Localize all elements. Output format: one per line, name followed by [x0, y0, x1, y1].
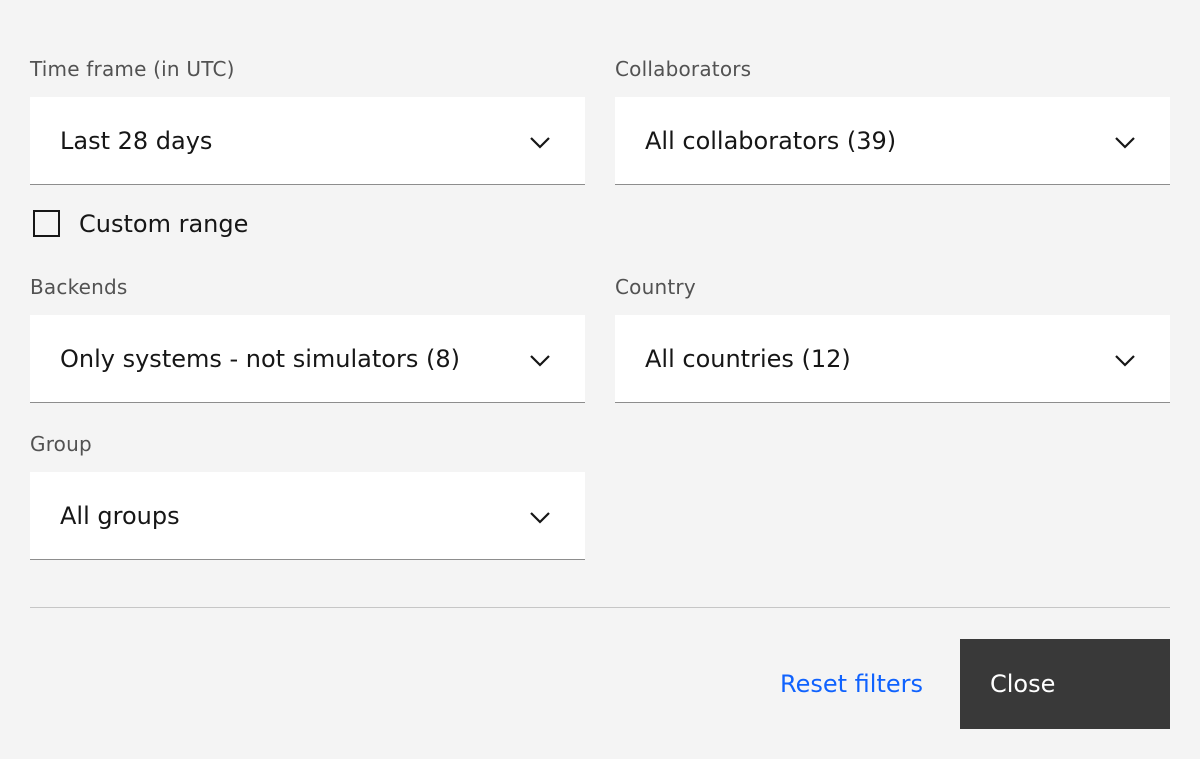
timeframe-value: Last 28 days: [60, 127, 213, 155]
custom-range-checkbox[interactable]: [33, 210, 60, 237]
chevron-down-icon: [1114, 131, 1136, 153]
custom-range-label: Custom range: [79, 210, 249, 238]
filter-panel: Time frame (in UTC) Last 28 days Custom …: [0, 0, 1200, 759]
chevron-down-icon: [529, 349, 551, 371]
collaborators-dropdown[interactable]: All collaborators (39): [615, 97, 1170, 185]
chevron-down-icon: [529, 506, 551, 528]
collaborators-value: All collaborators (39): [645, 127, 897, 155]
group-dropdown[interactable]: All groups: [30, 472, 585, 560]
country-dropdown[interactable]: All countries (12): [615, 315, 1170, 403]
group-label: Group: [30, 432, 92, 456]
backends-value: Only systems - not simulators (8): [60, 345, 460, 373]
chevron-down-icon: [1114, 349, 1136, 371]
timeframe-dropdown[interactable]: Last 28 days: [30, 97, 585, 185]
collaborators-label: Collaborators: [615, 57, 752, 81]
group-value: All groups: [60, 502, 180, 530]
backends-label: Backends: [30, 275, 128, 299]
timeframe-label: Time frame (in UTC): [30, 57, 235, 81]
divider: [30, 607, 1170, 608]
country-label: Country: [615, 275, 696, 299]
close-button[interactable]: Close: [960, 639, 1170, 729]
reset-filters-link[interactable]: Reset filters: [780, 669, 923, 699]
close-button-label: Close: [990, 670, 1056, 698]
chevron-down-icon: [529, 131, 551, 153]
country-value: All countries (12): [645, 345, 851, 373]
backends-dropdown[interactable]: Only systems - not simulators (8): [30, 315, 585, 403]
